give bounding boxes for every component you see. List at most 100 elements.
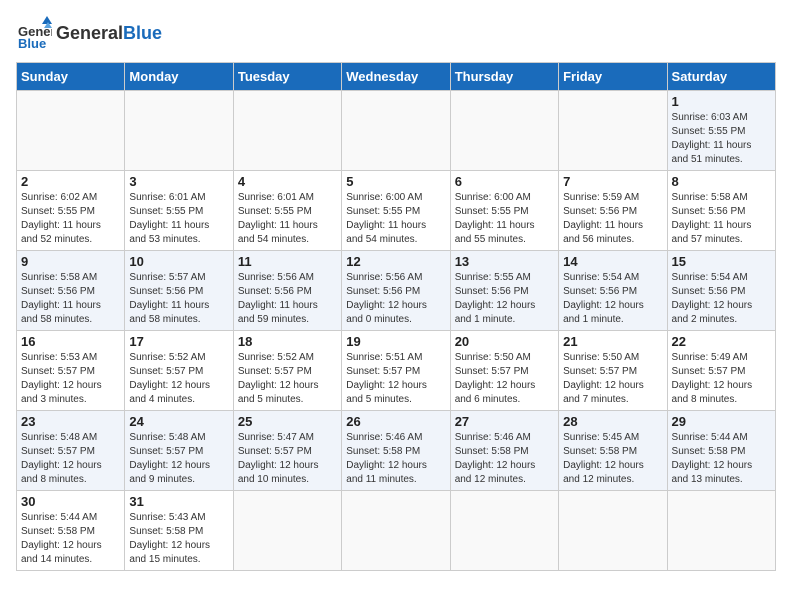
day-number: 26 — [346, 414, 445, 429]
calendar-cell: 26Sunrise: 5:46 AM Sunset: 5:58 PM Dayli… — [342, 411, 450, 491]
day-number: 17 — [129, 334, 228, 349]
calendar-cell: 31 Sunrise: 5:43 AM Sunset: 5:58 PM Dayli… — [125, 491, 233, 571]
day-info: Sunrise: 5:56 AM Sunset: 5:56 PM Dayligh… — [238, 271, 337, 327]
calendar-cell: 15Sunrise: 5:54 AM Sunset: 5:56 PM Dayli… — [667, 251, 775, 331]
calendar-cell: 6 Sunrise: 6:00 AM Sunset: 5:55 PM Daylig… — [450, 171, 558, 251]
day-number: 22 — [672, 334, 771, 349]
calendar-week-3: 9 Sunrise: 5:58 AM Sunset: 5:56 PM Daylig… — [17, 251, 776, 331]
day-number: 10 — [129, 254, 228, 269]
svg-text:Blue: Blue — [18, 36, 46, 51]
calendar-cell — [233, 491, 341, 571]
header-thursday: Thursday — [450, 63, 558, 91]
day-info: Sunrise: 5:48 AM Sunset: 5:57 PM Dayligh… — [129, 431, 228, 487]
day-info: Sunrise: 6:01 AM Sunset: 5:55 PM Dayligh… — [129, 191, 228, 247]
calendar-cell — [125, 91, 233, 171]
calendar-cell: 3 Sunrise: 6:01 AM Sunset: 5:55 PM Daylig… — [125, 171, 233, 251]
day-number: 5 — [346, 174, 445, 189]
calendar-cell: 14 Sunrise: 5:54 AM Sunset: 5:56 PM Dayli… — [559, 251, 667, 331]
calendar-cell: 10 Sunrise: 5:57 AM Sunset: 5:56 PM Dayli… — [125, 251, 233, 331]
calendar-cell: 22 Sunrise: 5:49 AM Sunset: 5:57 PM Dayli… — [667, 331, 775, 411]
day-number: 31 — [129, 494, 228, 509]
calendar-cell: 19Sunrise: 5:51 AM Sunset: 5:57 PM Dayli… — [342, 331, 450, 411]
calendar-cell: 11Sunrise: 5:56 AM Sunset: 5:56 PM Dayli… — [233, 251, 341, 331]
calendar-week-1: 1 Sunrise: 6:03 AM Sunset: 5:55 PM Daylig… — [17, 91, 776, 171]
calendar-cell: 28 Sunrise: 5:45 AM Sunset: 5:58 PM Dayli… — [559, 411, 667, 491]
day-number: 21 — [563, 334, 662, 349]
calendar-table: SundayMondayTuesdayWednesdayThursdayFrid… — [16, 62, 776, 571]
day-info: Sunrise: 5:57 AM Sunset: 5:56 PM Dayligh… — [129, 271, 228, 327]
calendar-cell: 12 Sunrise: 5:56 AM Sunset: 5:56 PM Dayli… — [342, 251, 450, 331]
day-info: Sunrise: 5:59 AM Sunset: 5:56 PM Dayligh… — [563, 191, 662, 247]
day-number: 30 — [21, 494, 120, 509]
day-number: 25 — [238, 414, 337, 429]
day-info: Sunrise: 6:03 AM Sunset: 5:55 PM Dayligh… — [672, 111, 771, 167]
calendar-cell — [450, 91, 558, 171]
logo-general: General — [56, 24, 123, 44]
day-number: 12 — [346, 254, 445, 269]
day-info: Sunrise: 5:43 AM Sunset: 5:58 PM Dayligh… — [129, 511, 228, 567]
day-info: Sunrise: 5:58 AM Sunset: 5:56 PM Dayligh… — [21, 271, 120, 327]
day-info: Sunrise: 5:49 AM Sunset: 5:57 PM Dayligh… — [672, 351, 771, 407]
page-header: General Blue General Blue — [16, 16, 776, 52]
calendar-cell — [342, 491, 450, 571]
calendar-cell — [559, 91, 667, 171]
day-number: 1 — [672, 94, 771, 109]
day-info: Sunrise: 5:50 AM Sunset: 5:57 PM Dayligh… — [455, 351, 554, 407]
calendar-cell: 27Sunrise: 5:46 AM Sunset: 5:58 PM Dayli… — [450, 411, 558, 491]
day-number: 6 — [455, 174, 554, 189]
day-info: Sunrise: 5:44 AM Sunset: 5:58 PM Dayligh… — [672, 431, 771, 487]
calendar-cell: 21Sunrise: 5:50 AM Sunset: 5:57 PM Dayli… — [559, 331, 667, 411]
day-number: 4 — [238, 174, 337, 189]
day-number: 7 — [563, 174, 662, 189]
day-info: Sunrise: 6:02 AM Sunset: 5:55 PM Dayligh… — [21, 191, 120, 247]
day-info: Sunrise: 5:58 AM Sunset: 5:56 PM Dayligh… — [672, 191, 771, 247]
day-info: Sunrise: 5:52 AM Sunset: 5:57 PM Dayligh… — [129, 351, 228, 407]
header-monday: Monday — [125, 63, 233, 91]
day-info: Sunrise: 5:56 AM Sunset: 5:56 PM Dayligh… — [346, 271, 445, 327]
day-number: 28 — [563, 414, 662, 429]
day-number: 29 — [672, 414, 771, 429]
day-number: 2 — [21, 174, 120, 189]
day-info: Sunrise: 5:54 AM Sunset: 5:56 PM Dayligh… — [563, 271, 662, 327]
day-info: Sunrise: 6:00 AM Sunset: 5:55 PM Dayligh… — [455, 191, 554, 247]
day-info: Sunrise: 5:53 AM Sunset: 5:57 PM Dayligh… — [21, 351, 120, 407]
calendar-cell: 7 Sunrise: 5:59 AM Sunset: 5:56 PM Daylig… — [559, 171, 667, 251]
day-info: Sunrise: 5:44 AM Sunset: 5:58 PM Dayligh… — [21, 511, 120, 567]
calendar-cell: 1 Sunrise: 6:03 AM Sunset: 5:55 PM Daylig… — [667, 91, 775, 171]
calendar-cell: 29 Sunrise: 5:44 AM Sunset: 5:58 PM Dayli… — [667, 411, 775, 491]
calendar-cell: 9 Sunrise: 5:58 AM Sunset: 5:56 PM Daylig… — [17, 251, 125, 331]
day-info: Sunrise: 6:01 AM Sunset: 5:55 PM Dayligh… — [238, 191, 337, 247]
calendar-week-5: 23Sunrise: 5:48 AM Sunset: 5:57 PM Dayli… — [17, 411, 776, 491]
calendar-cell: 20 Sunrise: 5:50 AM Sunset: 5:57 PM Dayli… — [450, 331, 558, 411]
calendar-cell: 2 Sunrise: 6:02 AM Sunset: 5:55 PM Daylig… — [17, 171, 125, 251]
day-number: 16 — [21, 334, 120, 349]
header-sunday: Sunday — [17, 63, 125, 91]
calendar-week-4: 16 Sunrise: 5:53 AM Sunset: 5:57 PM Dayli… — [17, 331, 776, 411]
day-info: Sunrise: 6:00 AM Sunset: 5:55 PM Dayligh… — [346, 191, 445, 247]
calendar-cell: 5 Sunrise: 6:00 AM Sunset: 5:55 PM Daylig… — [342, 171, 450, 251]
day-info: Sunrise: 5:46 AM Sunset: 5:58 PM Dayligh… — [455, 431, 554, 487]
calendar-cell — [233, 91, 341, 171]
day-info: Sunrise: 5:47 AM Sunset: 5:57 PM Dayligh… — [238, 431, 337, 487]
calendar-cell: 18Sunrise: 5:52 AM Sunset: 5:57 PM Dayli… — [233, 331, 341, 411]
calendar-cell: 13Sunrise: 5:55 AM Sunset: 5:56 PM Dayli… — [450, 251, 558, 331]
logo-icon: General Blue — [16, 16, 52, 52]
day-number: 3 — [129, 174, 228, 189]
day-number: 15 — [672, 254, 771, 269]
day-number: 19 — [346, 334, 445, 349]
calendar-week-2: 2 Sunrise: 6:02 AM Sunset: 5:55 PM Daylig… — [17, 171, 776, 251]
logo: General Blue General Blue — [16, 16, 162, 52]
calendar-cell: 16 Sunrise: 5:53 AM Sunset: 5:57 PM Dayli… — [17, 331, 125, 411]
calendar-cell: 8Sunrise: 5:58 AM Sunset: 5:56 PM Daylig… — [667, 171, 775, 251]
day-number: 18 — [238, 334, 337, 349]
day-number: 24 — [129, 414, 228, 429]
day-number: 14 — [563, 254, 662, 269]
day-info: Sunrise: 5:45 AM Sunset: 5:58 PM Dayligh… — [563, 431, 662, 487]
calendar-cell — [342, 91, 450, 171]
calendar-cell — [450, 491, 558, 571]
day-number: 9 — [21, 254, 120, 269]
calendar-cell: 4 Sunrise: 6:01 AM Sunset: 5:55 PM Daylig… — [233, 171, 341, 251]
header-wednesday: Wednesday — [342, 63, 450, 91]
header-tuesday: Tuesday — [233, 63, 341, 91]
day-number: 20 — [455, 334, 554, 349]
